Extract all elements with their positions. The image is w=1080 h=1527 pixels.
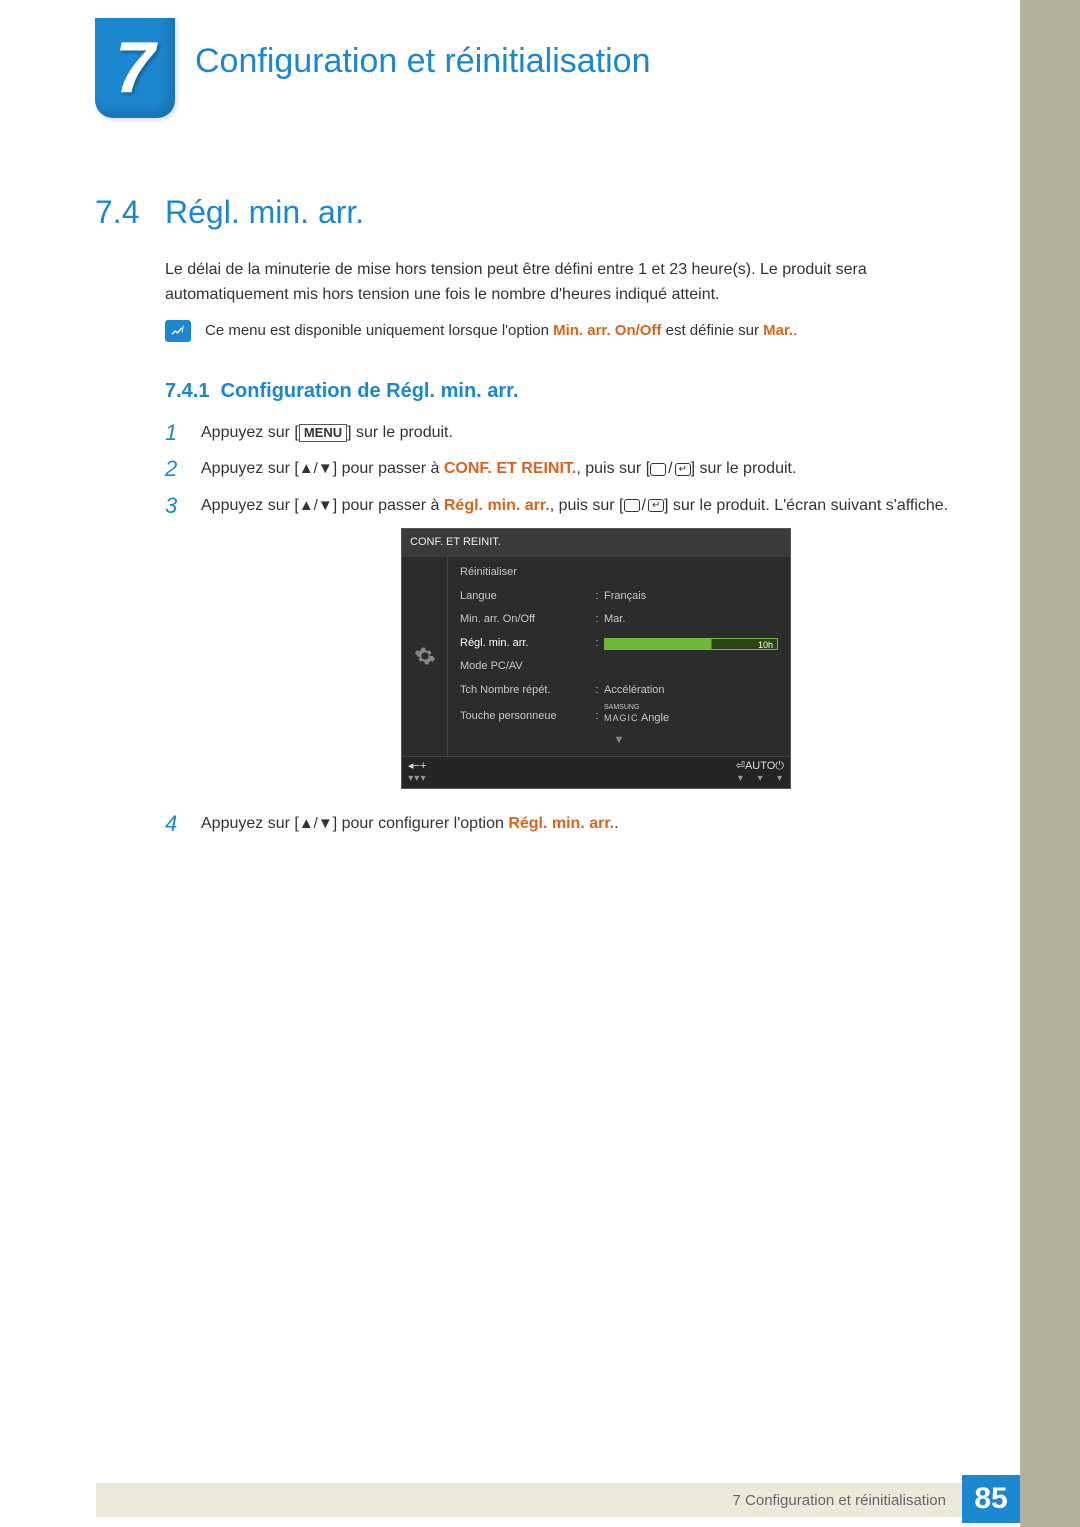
steps-list: 1 Appuyez sur [MENU] sur le produit. 2 A… <box>165 420 975 847</box>
note-icon <box>165 320 191 342</box>
page-number: 85 <box>962 1475 1020 1523</box>
gear-icon <box>414 645 436 667</box>
subsection-heading: 7.4.1 Configuration de Régl. min. arr. <box>165 380 518 403</box>
step-3: 3 Appuyez sur [▲/▼] pour passer à Régl. … <box>165 493 975 801</box>
right-margin-band <box>1020 0 1080 1527</box>
step-4-text: Appuyez sur [▲/▼] pour configurer l'opti… <box>201 811 619 837</box>
section-number: 7.4 <box>95 194 139 231</box>
enter-icon: / <box>650 456 690 482</box>
osd-row: Réinitialiser <box>448 561 790 585</box>
step-3-text: Appuyez sur [▲/▼] pour passer à Régl. mi… <box>201 493 948 801</box>
note-row: Ce menu est disponible uniquement lorsqu… <box>165 320 975 343</box>
osd-row-active: Régl. min. arr.:10h <box>448 632 790 656</box>
section-intro: Le délai de la minuterie de mise hors te… <box>165 258 975 308</box>
chapter-tab: 7 <box>95 18 175 118</box>
page-footer: 7 Configuration et réinitialisation 85 <box>0 1471 1080 1527</box>
chapter-title: Configuration et réinitialisation <box>195 42 650 81</box>
osd-footer: ◂▾ −▾ +▾ ⏎▾ AUTO▾ ⏻▾ <box>402 756 790 788</box>
osd-sidebar <box>402 557 448 756</box>
step-2-text: Appuyez sur [▲/▼] pour passer à CONF. ET… <box>201 456 796 482</box>
osd-menu: Réinitialiser Langue:Français Min. arr. … <box>448 557 790 756</box>
section-title: Régl. min. arr. <box>165 194 364 231</box>
osd-title: CONF. ET REINIT. <box>402 529 790 557</box>
step-2: 2 Appuyez sur [▲/▼] pour passer à CONF. … <box>165 456 975 482</box>
step-1-text: Appuyez sur [MENU] sur le produit. <box>201 420 453 446</box>
osd-row: Mode PC/AV <box>448 655 790 679</box>
note-text: Ce menu est disponible uniquement lorsqu… <box>205 320 797 343</box>
footer-bar: 7 Configuration et réinitialisation <box>96 1483 962 1517</box>
step-4: 4 Appuyez sur [▲/▼] pour configurer l'op… <box>165 811 975 837</box>
osd-slider: 10h <box>604 638 778 650</box>
up-down-icon: ▲/▼ <box>299 812 333 836</box>
enter-icon: / <box>624 493 664 519</box>
osd-row: Min. arr. On/Off:Mar. <box>448 608 790 632</box>
osd-row: Tch Nombre répét.:Accélération <box>448 679 790 703</box>
osd-row: Touche personneue:SAMSUNGMAGIC Angle <box>448 703 790 731</box>
osd-scroll-down-icon: ▼ <box>448 730 790 752</box>
up-down-icon: ▲/▼ <box>299 494 333 518</box>
osd-row: Langue:Français <box>448 585 790 609</box>
menu-button-label: MENU <box>299 424 347 442</box>
chapter-number: 7 <box>115 27 155 109</box>
up-down-icon: ▲/▼ <box>299 457 333 481</box>
osd-screenshot: CONF. ET REINIT. Réinitialiser Langue:Fr… <box>401 528 791 789</box>
step-1: 1 Appuyez sur [MENU] sur le produit. <box>165 420 975 446</box>
